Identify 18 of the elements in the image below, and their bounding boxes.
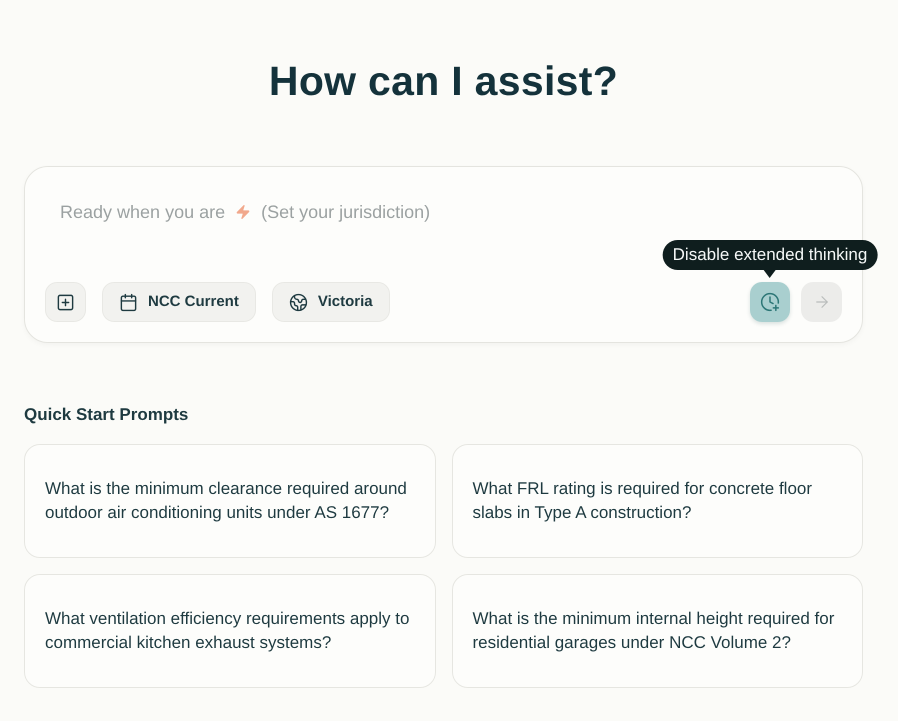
placeholder-text: Ready when you are [60,200,226,224]
clock-plus-icon [760,292,780,312]
plus-square-icon [56,292,75,312]
lightning-icon [235,203,252,221]
page-heading: How can I assist? [268,57,618,106]
prompt-card[interactable]: What is the minimum clearance required around outdoor air conditioning units under AS 1677? [24,444,436,558]
prompt-card[interactable]: What FRL rating is required for concrete floor slabs in Type A construction? [452,444,863,558]
prompt-card[interactable]: What is the minimum internal height required for residential garages under NCC Volume 2? [452,574,863,688]
tooltip: Disable extended thinking [662,240,878,278]
filter-chip[interactable]: NCC Current [102,282,256,322]
filter-chip[interactable]: Victoria [272,282,390,322]
globe-icon [288,292,308,312]
thinking-toggle-button[interactable] [750,282,790,322]
prompt-card[interactable]: What ventilation efficiency requirements apply to commercial kitchen exhaust systems? [24,574,436,688]
attach-button[interactable] [45,282,86,322]
section-heading: Quick Start Prompts [24,404,190,426]
jurisdiction-hint: (Set your jurisdiction) [261,200,430,224]
calendar-icon [119,292,138,312]
